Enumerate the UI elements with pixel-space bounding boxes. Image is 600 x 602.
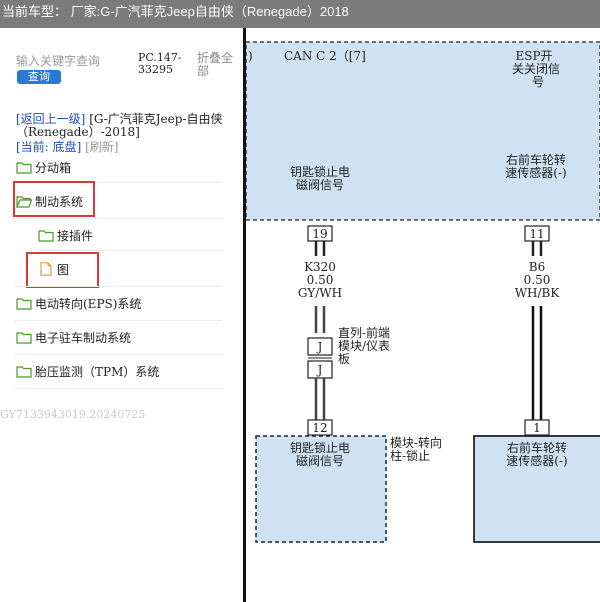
tree-item-epb[interactable]: 电子驻车制动系统 xyxy=(16,326,131,348)
folder-icon xyxy=(16,162,32,174)
module-note-2: 柱-锁止 xyxy=(390,448,430,463)
folder-icon xyxy=(38,230,54,242)
inline-note-1: 直列-前端 xyxy=(338,325,390,340)
module-note-1: 模块-转向 xyxy=(390,435,442,450)
wire-left-code: K320 xyxy=(304,260,336,274)
search-button[interactable]: 查询 xyxy=(17,70,61,84)
bottom-right-label-2: 速传感器(-) xyxy=(506,453,567,468)
current-prefix: [当前: xyxy=(16,140,53,154)
wheel-sensor-label-2: 速传感器(-) xyxy=(505,165,566,180)
can-label: CAN C 2（[7] xyxy=(284,49,366,63)
search-input[interactable] xyxy=(16,52,134,70)
window-title: 当前车型： 厂家:G-广汽菲克Jeep自由侠（Renegade）2018 xyxy=(2,4,349,19)
bottom-right-label-1: 右前车轮转 xyxy=(507,440,567,455)
current-value[interactable]: 底盘 xyxy=(53,140,77,154)
refresh-link[interactable]: [刷新] xyxy=(85,140,118,154)
pin-19-label: 19 xyxy=(312,227,327,241)
tree-item-label: 胎压监测（TPM）系统 xyxy=(35,364,160,379)
folder-icon xyxy=(16,332,32,344)
pc-code: PC.147-33295 xyxy=(138,51,182,76)
tree-item-label: 接插件 xyxy=(57,228,94,243)
pin-12-label: 12 xyxy=(312,421,327,435)
row-divider xyxy=(14,388,222,389)
row-divider xyxy=(14,218,222,219)
bottom-left-label-1: 钥匙锁止电 xyxy=(290,440,350,455)
folder-icon xyxy=(16,298,32,310)
breadcrumb: [返回上一级] [G-广汽菲克Jeep-自由侠（Renegade）-2018] xyxy=(16,113,242,139)
connector-j-bottom: J xyxy=(316,363,323,377)
bottom-left-label-2: 磁阀信号 xyxy=(296,453,344,468)
current-suffix: ] xyxy=(76,140,82,154)
tree-item-transfer-case[interactable]: 分动箱 xyxy=(16,156,71,178)
row-divider xyxy=(14,320,222,321)
connector-j-top: J xyxy=(316,340,323,354)
tree-item-label: 电子驻车制动系统 xyxy=(35,330,132,345)
wire-left-color: GY/WH xyxy=(298,286,342,300)
tree-item-eps[interactable]: 电动转向(EPS)系统 xyxy=(16,292,141,314)
wiring-diagram: ) CAN C 2（[7] ESP开 关关闭信 号 钥匙锁止电 磁阀信号 右前车… xyxy=(246,28,600,602)
watermark: GY7133943019.20240725 xyxy=(0,408,146,421)
tree-item-tpm[interactable]: 胎压监测（TPM）系统 xyxy=(16,360,159,382)
collapse-all-button[interactable]: 折叠全部 xyxy=(197,52,241,78)
inline-note-3: 板 xyxy=(338,352,350,366)
pin-11-label: 11 xyxy=(529,227,544,241)
highlight-box xyxy=(26,252,99,288)
key-lock-label-2: 磁阀信号 xyxy=(296,177,344,192)
tree-item-label: 电动转向(EPS)系统 xyxy=(35,296,142,311)
inline-note-2: 模块/仪表 xyxy=(338,339,390,353)
wire-right-size: 0.50 xyxy=(524,273,551,287)
wire-right-code: B6 xyxy=(529,260,545,274)
row-divider xyxy=(14,354,222,355)
esp-label-3: 号 xyxy=(532,75,544,89)
current-location: [当前: 底盘] [刷新] xyxy=(16,138,118,155)
wire-right-color: WH/BK xyxy=(515,286,561,300)
folder-icon xyxy=(16,366,32,378)
sidebar: 查询 PC.147-33295 折叠全部 [返回上一级] [G-广汽菲克Jeep… xyxy=(0,28,244,602)
title-bar: 当前车型： 厂家:G-广汽菲克Jeep自由侠（Renegade）2018 xyxy=(0,0,600,28)
esp-label-1: ESP开 xyxy=(515,49,552,63)
tree-item-label: 分动箱 xyxy=(35,160,72,175)
highlight-box xyxy=(13,181,95,217)
key-lock-label-1: 钥匙锁止电 xyxy=(290,164,350,179)
tree-item-connectors[interactable]: 接插件 xyxy=(38,224,93,246)
wheel-sensor-label-1: 右前车轮转 xyxy=(506,152,566,167)
top-paren: ) xyxy=(248,49,253,63)
esp-label-2: 关关闭信 xyxy=(512,62,560,76)
back-link[interactable]: [返回上一级] xyxy=(16,112,85,126)
row-divider xyxy=(36,250,222,251)
pin-1-label: 1 xyxy=(533,421,541,435)
row-divider xyxy=(14,286,222,287)
wire-left-size: 0.50 xyxy=(307,273,334,287)
